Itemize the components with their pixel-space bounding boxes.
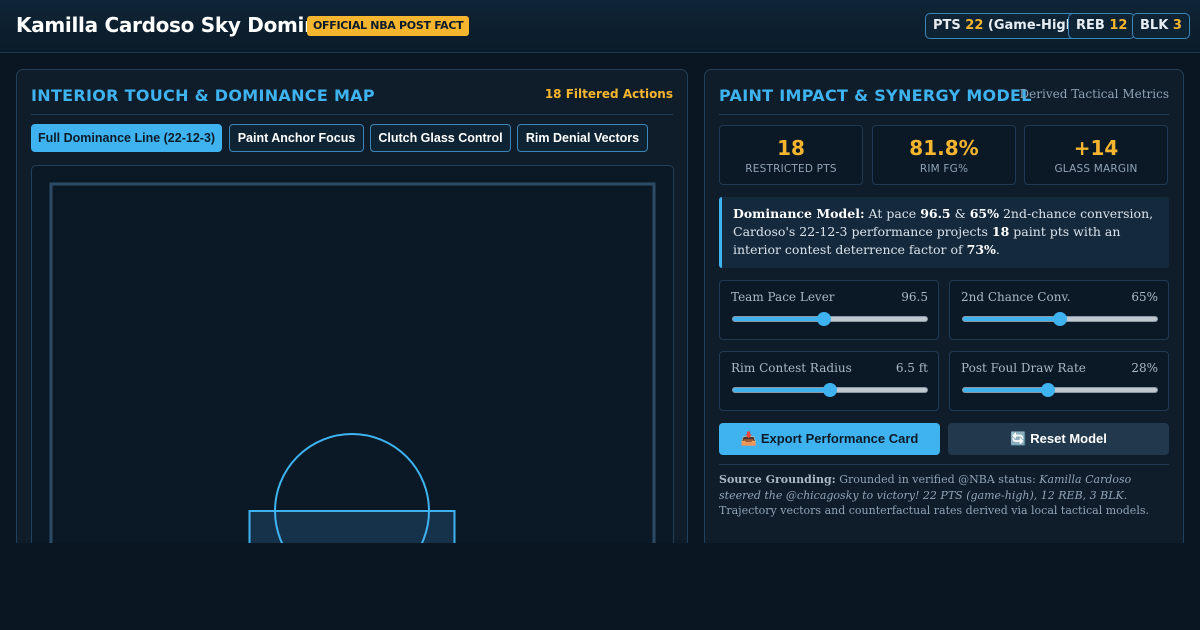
- page-footer-space: [0, 543, 1200, 630]
- slider-rim-contest: Rim Contest Radius 6.5 ft: [719, 351, 939, 411]
- panel-title: INTERIOR TOUCH & DOMINANCE MAP: [31, 86, 375, 105]
- slider-fill: [963, 317, 1060, 321]
- filter-full-dominance-button[interactable]: Full Dominance Line (22-12-3): [31, 124, 222, 152]
- slider-2nd-chance: 2nd Chance Conv. 65%: [949, 280, 1169, 340]
- slider-thumb[interactable]: [1053, 312, 1067, 326]
- stat-value: 3: [1172, 18, 1182, 33]
- slider-thumb[interactable]: [1041, 383, 1056, 397]
- slider-fill: [963, 388, 1049, 392]
- model-text: .: [995, 242, 1000, 257]
- slider-track[interactable]: [732, 383, 928, 397]
- divider: [719, 114, 1169, 115]
- source-text: Trajectory vectors and counterfactual ra…: [719, 504, 1149, 517]
- filter-rim-denial-button[interactable]: Rim Denial Vectors: [517, 124, 648, 152]
- slider-label: Rim Contest Radius: [731, 361, 852, 375]
- source-text: Grounded in verified @NBA status:: [835, 473, 1040, 486]
- panel-subtitle: Derived Tactical Metrics: [1019, 87, 1169, 101]
- slider-fill: [733, 317, 825, 321]
- stat-value: 22: [965, 18, 984, 33]
- slider-team-pace: Team Pace Lever 96.5: [719, 280, 939, 340]
- slider-value: 28%: [1131, 361, 1158, 375]
- stat-suffix: (Game-High): [983, 18, 1081, 33]
- filter-paint-anchor-button[interactable]: Paint Anchor Focus: [229, 124, 364, 152]
- stat-pill-pts: PTS 22 (Game-High): [925, 13, 1089, 39]
- metric-restricted-pts: 18 RESTRICTED PTS: [719, 125, 863, 185]
- slider-post-foul: Post Foul Draw Rate 28%: [949, 351, 1169, 411]
- slider-label: Team Pace Lever: [731, 290, 835, 304]
- reset-model-button[interactable]: 🔄 Reset Model: [948, 423, 1169, 455]
- slider-track[interactable]: [962, 312, 1158, 326]
- model-conv-value: 65%: [969, 206, 999, 221]
- slider-label: Post Foul Draw Rate: [961, 361, 1086, 375]
- refresh-icon: 🔄: [1010, 431, 1027, 446]
- metric-label: RESTRICTED PTS: [745, 163, 837, 175]
- stat-value: 12: [1109, 18, 1128, 33]
- filter-clutch-glass-button[interactable]: Clutch Glass Control: [370, 124, 511, 152]
- reset-label: Reset Model: [1030, 431, 1107, 446]
- metric-glass-margin: +14 GLASS MARGIN: [1024, 125, 1168, 185]
- official-fact-badge: OFFICIAL NBA POST FACT: [307, 16, 470, 36]
- export-label: Export Performance Card: [760, 431, 919, 446]
- slider-track[interactable]: [732, 312, 928, 326]
- model-pace-value: 96.5: [920, 206, 951, 221]
- metric-rim-fg: 81.8% RIM FG%: [872, 125, 1016, 185]
- source-lead: Source Grounding:: [719, 473, 836, 486]
- divider: [719, 464, 1169, 465]
- filtered-actions-count: 18 Filtered Actions: [544, 87, 673, 101]
- slider-value: 96.5: [901, 290, 928, 304]
- slider-value: 6.5 ft: [895, 361, 928, 375]
- model-text: At pace: [864, 206, 921, 221]
- dominance-map-panel: INTERIOR TOUCH & DOMINANCE MAP 18 Filter…: [16, 69, 688, 549]
- export-card-button[interactable]: 📥 Export Performance Card: [719, 423, 940, 455]
- metric-value: 18: [777, 136, 805, 160]
- slider-label: 2nd Chance Conv.: [961, 290, 1071, 304]
- slider-thumb[interactable]: [823, 383, 837, 397]
- model-text: &: [950, 206, 970, 221]
- source-grounding: Source Grounding: Grounded in verified @…: [719, 472, 1159, 519]
- stat-label: BLK: [1140, 18, 1169, 33]
- court-diagram: [49, 182, 656, 548]
- download-tray-icon: 📥: [740, 431, 757, 446]
- stat-pill-blk: BLK 3: [1132, 13, 1190, 39]
- model-lead: Dominance Model:: [733, 206, 865, 221]
- synergy-model-panel: PAINT IMPACT & SYNERGY MODEL Derived Tac…: [704, 69, 1184, 549]
- slider-fill: [733, 388, 830, 392]
- model-paint-value: 18: [991, 224, 1010, 239]
- panel-title: PAINT IMPACT & SYNERGY MODEL: [719, 86, 1032, 105]
- header-bar: Kamilla Cardoso Sky Dominance OFFICIAL N…: [0, 0, 1200, 53]
- metric-value: +14: [1073, 136, 1119, 160]
- metric-label: GLASS MARGIN: [1054, 163, 1138, 175]
- stat-pill-reb: REB 12: [1068, 13, 1136, 39]
- court-boundary: [49, 182, 656, 548]
- metric-value: 81.8%: [909, 136, 979, 160]
- stat-label: REB: [1076, 18, 1105, 33]
- slider-track[interactable]: [962, 383, 1158, 397]
- stat-label: PTS: [933, 18, 961, 33]
- divider: [31, 114, 673, 115]
- slider-value: 65%: [1131, 290, 1158, 304]
- dominance-model-summary: Dominance Model: At pace 96.5 & 65% 2nd-…: [719, 197, 1169, 268]
- metric-label: RIM FG%: [919, 163, 969, 175]
- model-factor-value: 73%: [966, 242, 996, 257]
- court-map[interactable]: [31, 165, 674, 548]
- slider-thumb[interactable]: [817, 312, 832, 326]
